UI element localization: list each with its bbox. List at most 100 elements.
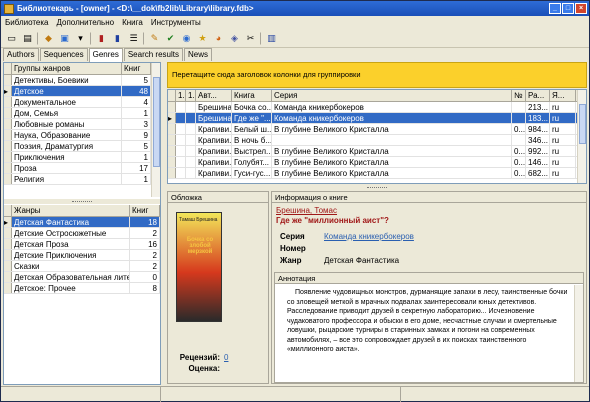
star-icon[interactable]: ★ [196,32,209,45]
tab-genres[interactable]: Genres [88,48,123,62]
menu-book[interactable]: Книга [122,18,143,27]
column-header[interactable]: Ра... [526,90,550,101]
reviews-link[interactable]: 0 [224,353,228,362]
row-indicator[interactable] [4,152,12,162]
column-header[interactable]: Книг [122,63,151,74]
check-icon[interactable]: ✔ [164,32,177,45]
column-header[interactable]: 1.. [186,90,196,101]
table-row[interactable]: ▸ Детское 48 [4,86,160,97]
scrollbar-thumb[interactable] [579,104,586,144]
table-row[interactable]: Дом, Семья 1 [4,108,160,119]
tab-sequences[interactable]: Sequences [39,48,88,61]
row-indicator[interactable] [4,228,12,238]
column-header[interactable]: Авт... [196,90,232,101]
row-indicator[interactable] [4,163,12,173]
table-row[interactable]: Любовные романы 3 [4,119,160,130]
group-by-area[interactable]: Перетащите сюда заголовок колонки для гр… [167,62,587,88]
table-row[interactable]: Детские Остросюжетные 2 [4,228,160,239]
edit-icon[interactable]: ✎ [148,32,161,45]
row-indicator[interactable] [4,261,12,271]
table-row[interactable]: Наука, Образование 9 [4,130,160,141]
column-header[interactable]: Я... [550,90,576,101]
row-indicator[interactable] [168,146,176,156]
row-indicator[interactable]: ▸ [4,217,12,227]
table-row[interactable]: Брешина,...Бочка со...Команда кникербоке… [168,102,586,113]
column-header[interactable]: Книг [130,205,160,216]
book-cover-image[interactable]: Тамаш Брешина Бочка со злобой мерзкой [176,212,222,322]
row-indicator[interactable] [4,108,12,118]
exit-icon[interactable]: ▥ [265,32,278,45]
table-row[interactable]: Крапиви... Гуси-гус... В глубине Великого … [168,168,586,179]
row-indicator[interactable] [4,119,12,129]
book2-icon[interactable]: ▮ [111,32,124,45]
row-indicator[interactable] [4,141,12,151]
table-row[interactable]: Проза 17 [4,163,160,174]
table-row[interactable]: Сказки 2 [4,261,160,272]
splitter[interactable] [167,185,587,190]
maximize-button[interactable]: □ [562,3,574,14]
row-indicator[interactable] [4,283,12,293]
sync-icon[interactable]: ◉ [180,32,193,45]
table-row[interactable]: Крапиви... Голубят... В глубине Великого К… [168,157,586,168]
export-icon[interactable]: ▣ [58,32,71,45]
tools-icon[interactable]: ✂ [244,32,257,45]
column-header[interactable]: 1.. [176,90,186,101]
menu-tools[interactable]: Инструменты [151,18,201,27]
settings-icon[interactable]: ▾ [74,32,87,45]
table-row[interactable]: ▸ Брешина,...Где же "...Команда кникербок… [168,113,586,124]
column-header[interactable]: Серия [272,90,512,101]
table-row[interactable]: Детская Проза 16 [4,239,160,250]
table-row[interactable]: Детская Образовательная лите... 0 [4,272,160,283]
row-indicator[interactable] [4,250,12,260]
row-indicator[interactable]: ▸ [168,113,176,123]
row-indicator[interactable] [4,239,12,249]
column-header[interactable]: Жанры [12,205,130,216]
row-indicator[interactable] [4,272,12,282]
row-indicator[interactable] [4,130,12,140]
table-row[interactable]: Детективы, Боевики 5 [4,75,160,86]
row-indicator[interactable] [4,174,12,184]
tab-search-results[interactable]: Search results [123,48,183,61]
series-link[interactable]: Команда кникербокеров [324,232,414,241]
row-indicator[interactable] [168,102,176,112]
row-indicator[interactable] [4,75,12,85]
table-row[interactable]: Поэзия, Драматургия 5 [4,141,160,152]
import-icon[interactable]: ◆ [42,32,55,45]
table-row[interactable]: Документальное 4 [4,97,160,108]
row-indicator[interactable] [168,157,176,167]
table-row[interactable]: Крапиви... В ночь б... 346... ru [168,135,586,146]
row-indicator[interactable]: ▸ [4,86,12,96]
table-row[interactable]: Крапиви... Выстрел... В глубине Великого К… [168,146,586,157]
table-row[interactable]: Приключения 1 [4,152,160,163]
column-header[interactable]: Группы жанров [12,63,122,74]
row-indicator[interactable] [168,135,176,145]
tab-news[interactable]: News [183,48,212,61]
row-indicator[interactable] [168,124,176,134]
table-row[interactable]: ▸ Детская Фантастика 18 [4,217,160,228]
title-bar[interactable]: Библиотекарь - [owner] - <D:\__dok\fb2li… [1,1,589,16]
rss-icon[interactable]: ◕ [212,32,225,45]
scrollbar[interactable] [574,285,583,382]
menu-extra[interactable]: Дополнительно [57,18,115,27]
table-row[interactable]: Крапиви... Белый ш... В глубине Великого К… [168,124,586,135]
tag-icon[interactable]: ◈ [228,32,241,45]
list-icon[interactable]: ☰ [127,32,140,45]
close-button[interactable]: × [575,3,587,14]
menu-library[interactable]: Библиотека [5,18,49,27]
column-header[interactable]: № [512,90,526,101]
open-icon[interactable]: ▤ [21,32,34,45]
table-row[interactable]: Детские Приключения 2 [4,250,160,261]
table-row[interactable]: Религия 1 [4,174,160,185]
scrollbar-thumb[interactable] [153,77,160,167]
tab-authors[interactable]: Authors [3,48,39,61]
row-indicator[interactable] [4,97,12,107]
scrollbar[interactable] [577,90,586,183]
minimize-button[interactable]: _ [549,3,561,14]
new-icon[interactable]: ▭ [5,32,18,45]
splitter[interactable] [4,199,160,204]
scrollbar[interactable] [151,63,160,197]
row-indicator[interactable] [168,168,176,178]
book-icon[interactable]: ▮ [95,32,108,45]
info-author-link[interactable]: Брешина, Томас [276,206,337,215]
table-row[interactable]: Детское: Прочее 8 [4,283,160,294]
